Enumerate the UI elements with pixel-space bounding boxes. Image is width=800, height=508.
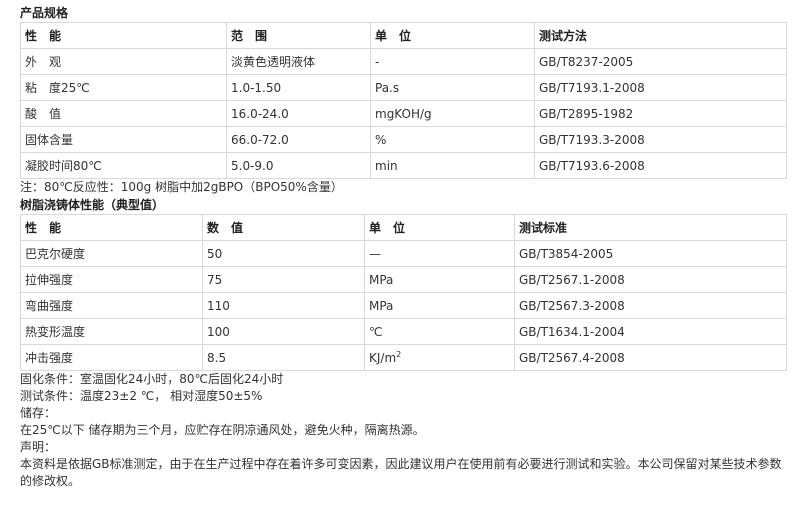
table-cell: GB/T3854-2005 bbox=[514, 240, 787, 267]
table-cell: 热变形温度 bbox=[20, 318, 203, 345]
statement-text: 本资料是依据GB标准测定，由于在生产过程中存在着许多可变因素，因此建议用户在使用… bbox=[20, 457, 782, 488]
table-cell: GB/T2567.4-2008 bbox=[514, 344, 787, 371]
table-cell: — bbox=[364, 240, 515, 267]
table-row: 粘 度25℃ 1.0-1.50 Pa.s GB/T7193.1-2008 bbox=[20, 74, 787, 101]
table-cell: GB/T2567.3-2008 bbox=[514, 292, 787, 319]
product-spec-table: 性 能 范 围 单 位 测试方法 外 观 淡黄色透明液体 - GB/T8237-… bbox=[20, 22, 787, 179]
table-cell: ℃ bbox=[364, 318, 515, 345]
table-cell: 1.0-1.50 bbox=[226, 74, 371, 101]
impact-unit-base: KJ/m bbox=[369, 350, 397, 365]
table-row: 拉伸强度 75 MPa GB/T2567.1-2008 bbox=[20, 266, 787, 293]
table-cell: 外 观 bbox=[20, 48, 227, 75]
table-cell: min bbox=[370, 152, 535, 179]
table-cell: 酸 值 bbox=[20, 100, 227, 127]
column-header: 单 位 bbox=[364, 214, 515, 241]
table-cell: 5.0-9.0 bbox=[226, 152, 371, 179]
table-cell: GB/T2567.1-2008 bbox=[514, 266, 787, 293]
casting-properties-table: 性 能 数 值 单 位 测试标准 巴克尔硬度 50 — GB/T3854-200… bbox=[20, 214, 787, 371]
product-spec-title: 产品规格 bbox=[20, 6, 69, 20]
table-row: 酸 值 16.0-24.0 mgKOH/g GB/T2895-1982 bbox=[20, 100, 787, 127]
table-cell: mgKOH/g bbox=[370, 100, 535, 127]
table-cell: GB/T7193.3-2008 bbox=[534, 126, 787, 153]
column-header: 单 位 bbox=[370, 22, 535, 49]
table-cell: - bbox=[370, 48, 535, 75]
test-conditions: 测试条件：温度23±2 ℃， 相对湿度50±5% bbox=[20, 389, 263, 403]
table-cell: 粘 度25℃ bbox=[20, 74, 227, 101]
impact-unit-superscript: 2 bbox=[396, 349, 402, 359]
column-header: 范 围 bbox=[226, 22, 371, 49]
table-cell: 巴克尔硬度 bbox=[20, 240, 203, 267]
table-cell: Pa.s bbox=[370, 74, 535, 101]
table-cell: 固体含量 bbox=[20, 126, 227, 153]
table-cell: KJ/m2 bbox=[364, 344, 515, 371]
storage-text: 在25℃以下 储存期为三个月，应贮存在阴凉通风处，避免火种，隔离热源。 bbox=[20, 423, 425, 437]
table-row: 外 观 淡黄色透明液体 - GB/T8237-2005 bbox=[20, 48, 787, 75]
table-row: 凝胶时间80℃ 5.0-9.0 min GB/T7193.6-2008 bbox=[20, 152, 787, 179]
table-cell: 50 bbox=[202, 240, 365, 267]
table-cell: 66.0-72.0 bbox=[226, 126, 371, 153]
table-cell: 75 bbox=[202, 266, 365, 293]
table-cell: GB/T7193.1-2008 bbox=[534, 74, 787, 101]
cure-conditions: 固化条件：室温固化24小时，80℃后固化24小时 bbox=[20, 372, 284, 386]
table-row: 冲击强度 8.5 KJ/m2 GB/T2567.4-2008 bbox=[20, 344, 787, 371]
table-cell: GB/T2895-1982 bbox=[534, 100, 787, 127]
table-header-row: 性 能 数 值 单 位 测试标准 bbox=[20, 214, 787, 241]
document-page: 产品规格 性 能 范 围 单 位 测试方法 外 观 淡黄色透明液体 - GB/T… bbox=[0, 0, 800, 508]
table-cell: GB/T8237-2005 bbox=[534, 48, 787, 75]
column-header: 性 能 bbox=[20, 214, 203, 241]
table-cell: % bbox=[370, 126, 535, 153]
table-cell: 100 bbox=[202, 318, 365, 345]
table-cell: GB/T7193.6-2008 bbox=[534, 152, 787, 179]
table-row: 巴克尔硬度 50 — GB/T3854-2005 bbox=[20, 240, 787, 267]
casting-properties-title: 树脂浇铸体性能（典型值） bbox=[20, 198, 165, 212]
reactivity-note: 注：80℃反应性：100g 树脂中加2gBPO（BPO50%含量） bbox=[20, 180, 343, 194]
table-cell: 拉伸强度 bbox=[20, 266, 203, 293]
table-row: 固体含量 66.0-72.0 % GB/T7193.3-2008 bbox=[20, 126, 787, 153]
column-header: 测试标准 bbox=[514, 214, 787, 241]
table-cell: 弯曲强度 bbox=[20, 292, 203, 319]
table-row: 弯曲强度 110 MPa GB/T2567.3-2008 bbox=[20, 292, 787, 319]
table-cell: MPa bbox=[364, 266, 515, 293]
table-row: 热变形温度 100 ℃ GB/T1634.1-2004 bbox=[20, 318, 787, 345]
statement-label: 声明： bbox=[20, 440, 57, 454]
column-header: 数 值 bbox=[202, 214, 365, 241]
table-header-row: 性 能 范 围 单 位 测试方法 bbox=[20, 22, 787, 49]
table-cell: 淡黄色透明液体 bbox=[226, 48, 371, 75]
column-header: 性 能 bbox=[20, 22, 227, 49]
table-cell: 110 bbox=[202, 292, 365, 319]
table-cell: 冲击强度 bbox=[20, 344, 203, 371]
table-cell: MPa bbox=[364, 292, 515, 319]
table-cell: 8.5 bbox=[202, 344, 365, 371]
column-header: 测试方法 bbox=[534, 22, 787, 49]
table-cell: 16.0-24.0 bbox=[226, 100, 371, 127]
table-cell: 凝胶时间80℃ bbox=[20, 152, 227, 179]
table-cell: GB/T1634.1-2004 bbox=[514, 318, 787, 345]
storage-label: 储存： bbox=[20, 406, 57, 420]
